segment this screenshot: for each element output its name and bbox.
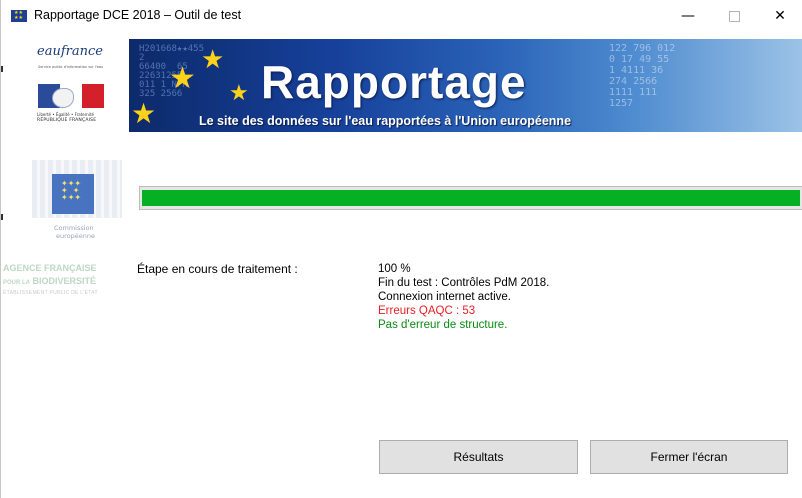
progress-bar-fill	[142, 190, 800, 206]
eaufrance-wordmark: eaufrance	[37, 44, 103, 59]
banner-subtitle: Le site des données sur l'eau rapportées…	[199, 114, 572, 128]
status-test-end: Fin du test : Contrôles PdM 2018.	[378, 277, 550, 289]
star-icon: ★	[131, 97, 157, 130]
maximize-button[interactable]	[711, 0, 757, 32]
eu-flag-app-icon: ★★ ★★	[11, 10, 27, 22]
status-percent: 100 %	[378, 263, 411, 275]
star-icon: ★	[229, 81, 249, 106]
star-icon: ★	[201, 45, 225, 75]
marianne-logo	[38, 84, 104, 108]
status-messages: 100 % Fin du test : Contrôles PdM 2018. …	[378, 262, 549, 332]
commission-label-line1: Commission	[54, 224, 94, 232]
close-screen-button[interactable]: Fermer l'écran	[590, 440, 788, 474]
european-commission-logo: ✦✦✦ ✦ ✦ ✦✦✦ Commission européenne	[32, 160, 142, 245]
title-bar[interactable]: ★★ ★★ Rapportage DCE 2018 – Outil de test…	[1, 0, 802, 32]
status-qaqc-errors: Erreurs QAQC : 53	[378, 305, 476, 317]
afb-line2: POUR LA BIODIVERSITÉ	[3, 276, 97, 286]
republic-name: RÉPUBLIQUE FRANÇAISE	[37, 118, 97, 123]
status-structure-ok: Pas d'erreur de structure.	[378, 319, 508, 331]
star-icon: ★	[169, 61, 196, 96]
window-title: Rapportage DCE 2018 – Outil de test	[34, 8, 242, 22]
afb-line1: AGENCE FRANÇAISE	[3, 263, 97, 273]
afb-line3: ÉTABLISSEMENT PUBLIC DE L'ÉTAT	[3, 290, 98, 296]
rapportage-banner: H201668★★455 2 66400 65 22631255 011 1 NPK 32…	[129, 39, 802, 132]
application-window: ★★ ★★ Rapportage DCE 2018 – Outil de test…	[0, 0, 802, 498]
progress-bar	[139, 186, 802, 210]
banner-title: Rapportage	[261, 56, 527, 108]
close-window-button[interactable]: ✕	[757, 0, 802, 32]
eaufrance-logo: eaufrance Service public d'information s…	[31, 44, 111, 127]
results-button[interactable]: Résultats	[379, 440, 578, 474]
status-internet: Connexion internet active.	[378, 291, 511, 303]
republic-motto: Liberté • Égalité • Fraternité	[37, 112, 94, 117]
minimize-button[interactable]: —	[665, 0, 711, 32]
maximize-icon	[728, 10, 740, 22]
step-label: Étape en cours de traitement :	[137, 262, 298, 276]
afb-logo: AGENCE FRANÇAISE POUR LA BIODIVERSITÉ ÉT…	[3, 263, 143, 303]
eu-flag-icon: ✦✦✦ ✦ ✦ ✦✦✦	[52, 174, 94, 214]
commission-label-line2: européenne	[56, 232, 95, 240]
eaufrance-tagline: Service public d'information sur l'eau	[38, 65, 104, 69]
